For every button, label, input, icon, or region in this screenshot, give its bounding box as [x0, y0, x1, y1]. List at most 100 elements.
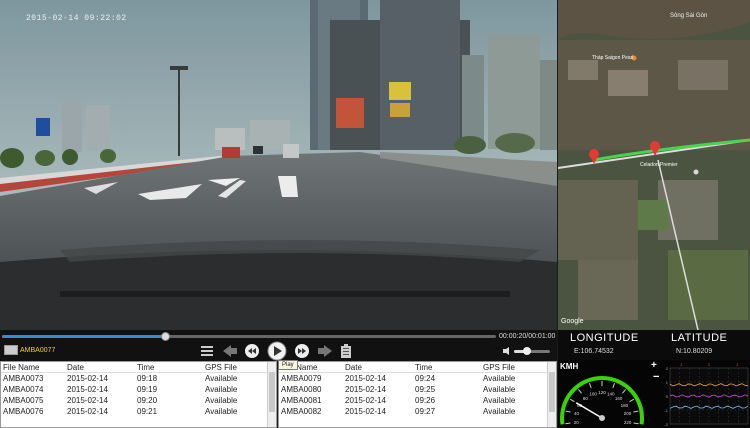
map-river-label: Sông Sài Gòn: [670, 13, 708, 19]
fast-forward-icon[interactable]: [294, 343, 310, 359]
y-tick-label: 0: [666, 394, 669, 399]
gps-cell: Available: [483, 374, 516, 383]
gps-cell: Available: [483, 385, 516, 394]
file-name-cell: AMBA0080: [281, 385, 322, 394]
file-name-cell: AMBA0073: [3, 374, 44, 383]
gauge-tick-label: 180: [621, 403, 629, 408]
dashcam-scene: [0, 0, 557, 330]
column-header[interactable]: GPS File: [483, 363, 543, 372]
video-timestamp: 2015-02-14 09:22:02: [26, 14, 127, 23]
gauge-hub: [599, 415, 605, 421]
time-cell: 09:20: [137, 396, 158, 405]
gauge-tick-label: 80: [583, 396, 589, 401]
y-tick-label: 2: [666, 366, 669, 371]
file-name-cell: AMBA0076: [3, 407, 44, 416]
scrollbar[interactable]: [547, 362, 556, 427]
date-cell: 2015-02-14: [345, 385, 386, 394]
table-row[interactable]: AMBA0075 2015-02-14 09:20 Available: [1, 395, 276, 406]
table-row[interactable]: AMBA0081 2015-02-14 09:26 Available: [279, 395, 556, 406]
gauge-tick-label: 200: [624, 411, 632, 416]
file-name-cell: AMBA0075: [3, 396, 44, 405]
previous-icon[interactable]: [222, 343, 238, 359]
battery-icon[interactable]: [340, 343, 352, 359]
column-header[interactable]: GPS File: [205, 363, 265, 372]
y-tick-label: 1: [666, 380, 669, 385]
camera-icon[interactable]: [4, 345, 18, 355]
column-header[interactable]: Date: [345, 363, 415, 372]
table-row[interactable]: AMBA0080 2015-02-14 09:25 Available: [279, 384, 556, 395]
gauge-tick-label: 220: [624, 420, 632, 425]
gsensor-graph: + − 2 1 0 -1 -2 1 2 1: [650, 360, 750, 428]
video-frame[interactable]: 2015-02-14 09:22:02: [0, 0, 557, 330]
gauge-tick: [588, 383, 592, 389]
time-cell: 09:19: [137, 385, 158, 394]
play-tooltip: Play: [278, 360, 298, 370]
map-place-label: Celadon Premier: [640, 162, 678, 168]
progress-handle[interactable]: [161, 332, 171, 341]
table-header: File Name Date Time GPS File: [1, 362, 276, 373]
file-name-cell: AMBA0074: [3, 385, 44, 394]
time-readout: 00:00:20/00:01:00: [499, 333, 556, 340]
gps-map[interactable]: Sông Sài Gòn Tháp Saigon Pearl Celadon P…: [558, 0, 750, 330]
date-cell: 2015-02-14: [67, 396, 108, 405]
date-cell: 2015-02-14: [345, 374, 386, 383]
volume-handle[interactable]: [522, 347, 531, 355]
y-tick-label: -1: [664, 408, 668, 413]
gauge-needle: [575, 402, 603, 419]
playback-controls: 00:00:20/00:01:00 AMBA0077: [0, 330, 557, 361]
x-tick-label: 1: [736, 362, 739, 367]
map-place-label: Tháp Saigon Pearl: [592, 55, 634, 61]
gauge-tick-label: 20: [574, 420, 580, 425]
table-row[interactable]: AMBA0076 2015-02-14 09:21 Available: [1, 406, 276, 417]
column-header[interactable]: Time: [415, 363, 483, 372]
next-icon[interactable]: [317, 343, 333, 359]
latitude-value: N:10.80209: [676, 348, 713, 355]
column-header[interactable]: Date: [67, 363, 137, 372]
file-table-right: File Name Date Time GPS File AMBA0079 201…: [278, 361, 557, 428]
column-header[interactable]: File Name: [1, 363, 67, 372]
scroll-thumb[interactable]: [549, 372, 555, 412]
file-name-cell: AMBA0079: [281, 374, 322, 383]
speed-gauge: KMH 20406080100120140160180200220: [558, 360, 650, 428]
date-cell: 2015-02-14: [67, 407, 108, 416]
progress-slider[interactable]: [2, 332, 496, 341]
scroll-thumb[interactable]: [269, 372, 275, 412]
play-icon: [267, 341, 287, 361]
time-cell: 09:18: [137, 374, 158, 383]
scrollbar[interactable]: [267, 362, 276, 427]
gauge-tick: [612, 383, 616, 389]
list-icon[interactable]: [200, 343, 214, 359]
table-row[interactable]: AMBA0082 2015-02-14 09:27 Available: [279, 406, 556, 417]
rewind-icon[interactable]: [244, 343, 260, 359]
volume-icon[interactable]: [503, 347, 512, 357]
x-tick-label: 1: [680, 362, 683, 367]
gauge-tick: [629, 398, 635, 403]
column-header[interactable]: Time: [137, 363, 205, 372]
time-cell: 09:27: [415, 407, 436, 416]
progress-fill: [2, 335, 166, 338]
gauge-tick-label: 100: [589, 392, 597, 397]
date-cell: 2015-02-14: [67, 385, 108, 394]
gps-cell: Available: [483, 407, 516, 416]
date-cell: 2015-02-14: [67, 374, 108, 383]
gps-cell: Available: [205, 374, 238, 383]
table-row[interactable]: AMBA0074 2015-02-14 09:19 Available: [1, 384, 276, 395]
file-name-cell: AMBA0081: [281, 396, 322, 405]
google-logo: Google: [561, 318, 584, 325]
x-tick-label: 2: [708, 362, 711, 367]
longitude-value: E:106.74532: [574, 348, 614, 355]
play-button[interactable]: [267, 341, 287, 361]
gsensor-plot: 2 1 0 -1 -2 1 2 1: [664, 362, 749, 427]
file-table-left: File Name Date Time GPS File AMBA0073 201…: [0, 361, 277, 428]
speedometer-dial: 20406080100120140160180200220: [560, 376, 644, 425]
volume-slider[interactable]: [514, 347, 550, 355]
table-row[interactable]: AMBA0079 2015-02-14 09:24 Available: [279, 373, 556, 384]
date-cell: 2015-02-14: [345, 407, 386, 416]
gauge-tick: [578, 389, 582, 394]
gauge-tick-label: 120: [598, 390, 606, 395]
table-row[interactable]: AMBA0073 2015-02-14 09:18 Available: [1, 373, 276, 384]
gps-coordinates: LONGITUDE LATITUDE E:106.74532 N:10.8020…: [558, 330, 750, 360]
time-cell: 09:25: [415, 385, 436, 394]
gauge-tick: [622, 389, 626, 394]
y-tick-label: -2: [664, 422, 668, 427]
